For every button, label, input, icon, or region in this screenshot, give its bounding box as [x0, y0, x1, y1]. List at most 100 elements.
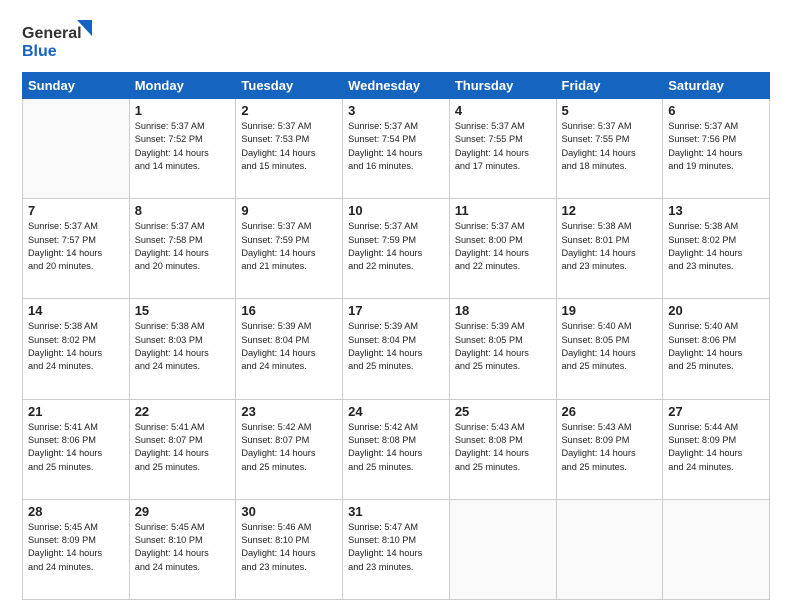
calendar-cell: 7Sunrise: 5:37 AM Sunset: 7:57 PM Daylig…: [23, 199, 130, 299]
calendar-cell: 24 Sunrise: 5:42 AM Sunset: 8:08 PM Dayli…: [343, 399, 450, 499]
calendar-cell: 2 Sunrise: 5:37 AM Sunset: 7:53 PM Daylig…: [236, 99, 343, 199]
logo: General Blue: [22, 18, 94, 62]
day-number: 1: [135, 103, 231, 118]
day-number: 4: [455, 103, 551, 118]
day-number: 12: [562, 203, 658, 218]
day-info: Sunrise: 5:41 AM Sunset: 8:07 PM Dayligh…: [135, 421, 231, 474]
day-info: Sunrise: 5:37 AM Sunset: 7:53 PM Dayligh…: [241, 120, 337, 173]
calendar-cell: [556, 499, 663, 599]
calendar-cell: 16 Sunrise: 5:39 AM Sunset: 8:04 PM Dayli…: [236, 299, 343, 399]
day-number: 8: [135, 203, 231, 218]
day-number: 3: [348, 103, 444, 118]
day-number: 7: [28, 203, 124, 218]
calendar-week-5: 28Sunrise: 5:45 AM Sunset: 8:09 PM Dayli…: [23, 499, 770, 599]
day-number: 5: [562, 103, 658, 118]
calendar-week-4: 21Sunrise: 5:41 AM Sunset: 8:06 PM Dayli…: [23, 399, 770, 499]
day-info: Sunrise: 5:38 AM Sunset: 8:02 PM Dayligh…: [28, 320, 124, 373]
day-info: Sunrise: 5:37 AM Sunset: 7:59 PM Dayligh…: [241, 220, 337, 273]
day-info: Sunrise: 5:37 AM Sunset: 7:59 PM Dayligh…: [348, 220, 444, 273]
calendar-cell: 14 Sunrise: 5:38 AM Sunset: 8:02 PM Dayli…: [23, 299, 130, 399]
calendar-cell: 5 Sunrise: 5:37 AM Sunset: 7:55 PM Daylig…: [556, 99, 663, 199]
calendar-cell: 8 Sunrise: 5:37 AM Sunset: 7:58 PM Daylig…: [129, 199, 236, 299]
calendar-cell: 31 Sunrise: 5:47 AM Sunset: 8:10 PM Dayli…: [343, 499, 450, 599]
calendar-week-3: 14 Sunrise: 5:38 AM Sunset: 8:02 PM Dayli…: [23, 299, 770, 399]
calendar-cell: 12 Sunrise: 5:38 AM Sunset: 8:01 PM Dayli…: [556, 199, 663, 299]
calendar-header-monday: Monday: [129, 73, 236, 99]
calendar-cell: 11 Sunrise: 5:37 AM Sunset: 8:00 PM Dayli…: [449, 199, 556, 299]
calendar-cell: 3Sunrise: 5:37 AM Sunset: 7:54 PM Daylig…: [343, 99, 450, 199]
day-info: Sunrise: 5:37 AM Sunset: 7:55 PM Dayligh…: [562, 120, 658, 173]
calendar-cell: 1 Sunrise: 5:37 AM Sunset: 7:52 PM Daylig…: [129, 99, 236, 199]
day-number: 13: [668, 203, 764, 218]
day-info: Sunrise: 5:38 AM Sunset: 8:01 PM Dayligh…: [562, 220, 658, 273]
calendar-cell: 20 Sunrise: 5:40 AM Sunset: 8:06 PM Dayli…: [663, 299, 770, 399]
calendar-cell: 26 Sunrise: 5:43 AM Sunset: 8:09 PM Dayli…: [556, 399, 663, 499]
calendar-header-wednesday: Wednesday: [343, 73, 450, 99]
day-info: Sunrise: 5:39 AM Sunset: 8:04 PM Dayligh…: [348, 320, 444, 373]
day-number: 20: [668, 303, 764, 318]
calendar-cell: [663, 499, 770, 599]
calendar-cell: 4 Sunrise: 5:37 AM Sunset: 7:55 PM Daylig…: [449, 99, 556, 199]
day-number: 24: [348, 404, 444, 419]
svg-text:General: General: [22, 25, 82, 42]
day-info: Sunrise: 5:37 AM Sunset: 7:55 PM Dayligh…: [455, 120, 551, 173]
day-info: Sunrise: 5:43 AM Sunset: 8:09 PM Dayligh…: [562, 421, 658, 474]
day-number: 17: [348, 303, 444, 318]
day-info: Sunrise: 5:37 AM Sunset: 7:52 PM Dayligh…: [135, 120, 231, 173]
day-number: 31: [348, 504, 444, 519]
header: General Blue: [22, 18, 770, 62]
day-info: Sunrise: 5:37 AM Sunset: 7:58 PM Dayligh…: [135, 220, 231, 273]
calendar-cell: 17 Sunrise: 5:39 AM Sunset: 8:04 PM Dayli…: [343, 299, 450, 399]
calendar-cell: 19Sunrise: 5:40 AM Sunset: 8:05 PM Dayli…: [556, 299, 663, 399]
calendar-header-row: SundayMondayTuesdayWednesdayThursdayFrid…: [23, 73, 770, 99]
calendar-week-1: 1 Sunrise: 5:37 AM Sunset: 7:52 PM Daylig…: [23, 99, 770, 199]
day-number: 10: [348, 203, 444, 218]
day-number: 26: [562, 404, 658, 419]
day-number: 23: [241, 404, 337, 419]
calendar-cell: 30Sunrise: 5:46 AM Sunset: 8:10 PM Dayli…: [236, 499, 343, 599]
calendar-cell: 22 Sunrise: 5:41 AM Sunset: 8:07 PM Dayli…: [129, 399, 236, 499]
logo-svg: General Blue: [22, 18, 94, 62]
day-number: 28: [28, 504, 124, 519]
day-number: 2: [241, 103, 337, 118]
calendar-cell: 23Sunrise: 5:42 AM Sunset: 8:07 PM Dayli…: [236, 399, 343, 499]
day-info: Sunrise: 5:39 AM Sunset: 8:05 PM Dayligh…: [455, 320, 551, 373]
day-number: 27: [668, 404, 764, 419]
day-number: 25: [455, 404, 551, 419]
calendar-cell: 21Sunrise: 5:41 AM Sunset: 8:06 PM Dayli…: [23, 399, 130, 499]
day-number: 18: [455, 303, 551, 318]
day-number: 14: [28, 303, 124, 318]
day-number: 16: [241, 303, 337, 318]
calendar-cell: 29Sunrise: 5:45 AM Sunset: 8:10 PM Dayli…: [129, 499, 236, 599]
day-info: Sunrise: 5:38 AM Sunset: 8:03 PM Dayligh…: [135, 320, 231, 373]
day-number: 9: [241, 203, 337, 218]
calendar-header-saturday: Saturday: [663, 73, 770, 99]
day-info: Sunrise: 5:38 AM Sunset: 8:02 PM Dayligh…: [668, 220, 764, 273]
calendar-cell: [449, 499, 556, 599]
day-number: 19: [562, 303, 658, 318]
calendar-cell: 9 Sunrise: 5:37 AM Sunset: 7:59 PM Daylig…: [236, 199, 343, 299]
day-number: 29: [135, 504, 231, 519]
day-number: 6: [668, 103, 764, 118]
calendar-cell: 25Sunrise: 5:43 AM Sunset: 8:08 PM Dayli…: [449, 399, 556, 499]
calendar-cell: 27 Sunrise: 5:44 AM Sunset: 8:09 PM Dayli…: [663, 399, 770, 499]
calendar-cell: [23, 99, 130, 199]
day-info: Sunrise: 5:44 AM Sunset: 8:09 PM Dayligh…: [668, 421, 764, 474]
calendar-header-tuesday: Tuesday: [236, 73, 343, 99]
day-info: Sunrise: 5:41 AM Sunset: 8:06 PM Dayligh…: [28, 421, 124, 474]
day-info: Sunrise: 5:40 AM Sunset: 8:06 PM Dayligh…: [668, 320, 764, 373]
page: General Blue SundayMondayTuesdayWednesda…: [0, 0, 792, 612]
day-number: 11: [455, 203, 551, 218]
day-info: Sunrise: 5:39 AM Sunset: 8:04 PM Dayligh…: [241, 320, 337, 373]
day-info: Sunrise: 5:37 AM Sunset: 8:00 PM Dayligh…: [455, 220, 551, 273]
calendar-header-friday: Friday: [556, 73, 663, 99]
day-info: Sunrise: 5:47 AM Sunset: 8:10 PM Dayligh…: [348, 521, 444, 574]
calendar-cell: 13 Sunrise: 5:38 AM Sunset: 8:02 PM Dayli…: [663, 199, 770, 299]
calendar-cell: 18 Sunrise: 5:39 AM Sunset: 8:05 PM Dayli…: [449, 299, 556, 399]
day-info: Sunrise: 5:42 AM Sunset: 8:08 PM Dayligh…: [348, 421, 444, 474]
calendar-header-sunday: Sunday: [23, 73, 130, 99]
day-number: 22: [135, 404, 231, 419]
calendar-header-thursday: Thursday: [449, 73, 556, 99]
calendar-cell: 10 Sunrise: 5:37 AM Sunset: 7:59 PM Dayli…: [343, 199, 450, 299]
day-number: 30: [241, 504, 337, 519]
